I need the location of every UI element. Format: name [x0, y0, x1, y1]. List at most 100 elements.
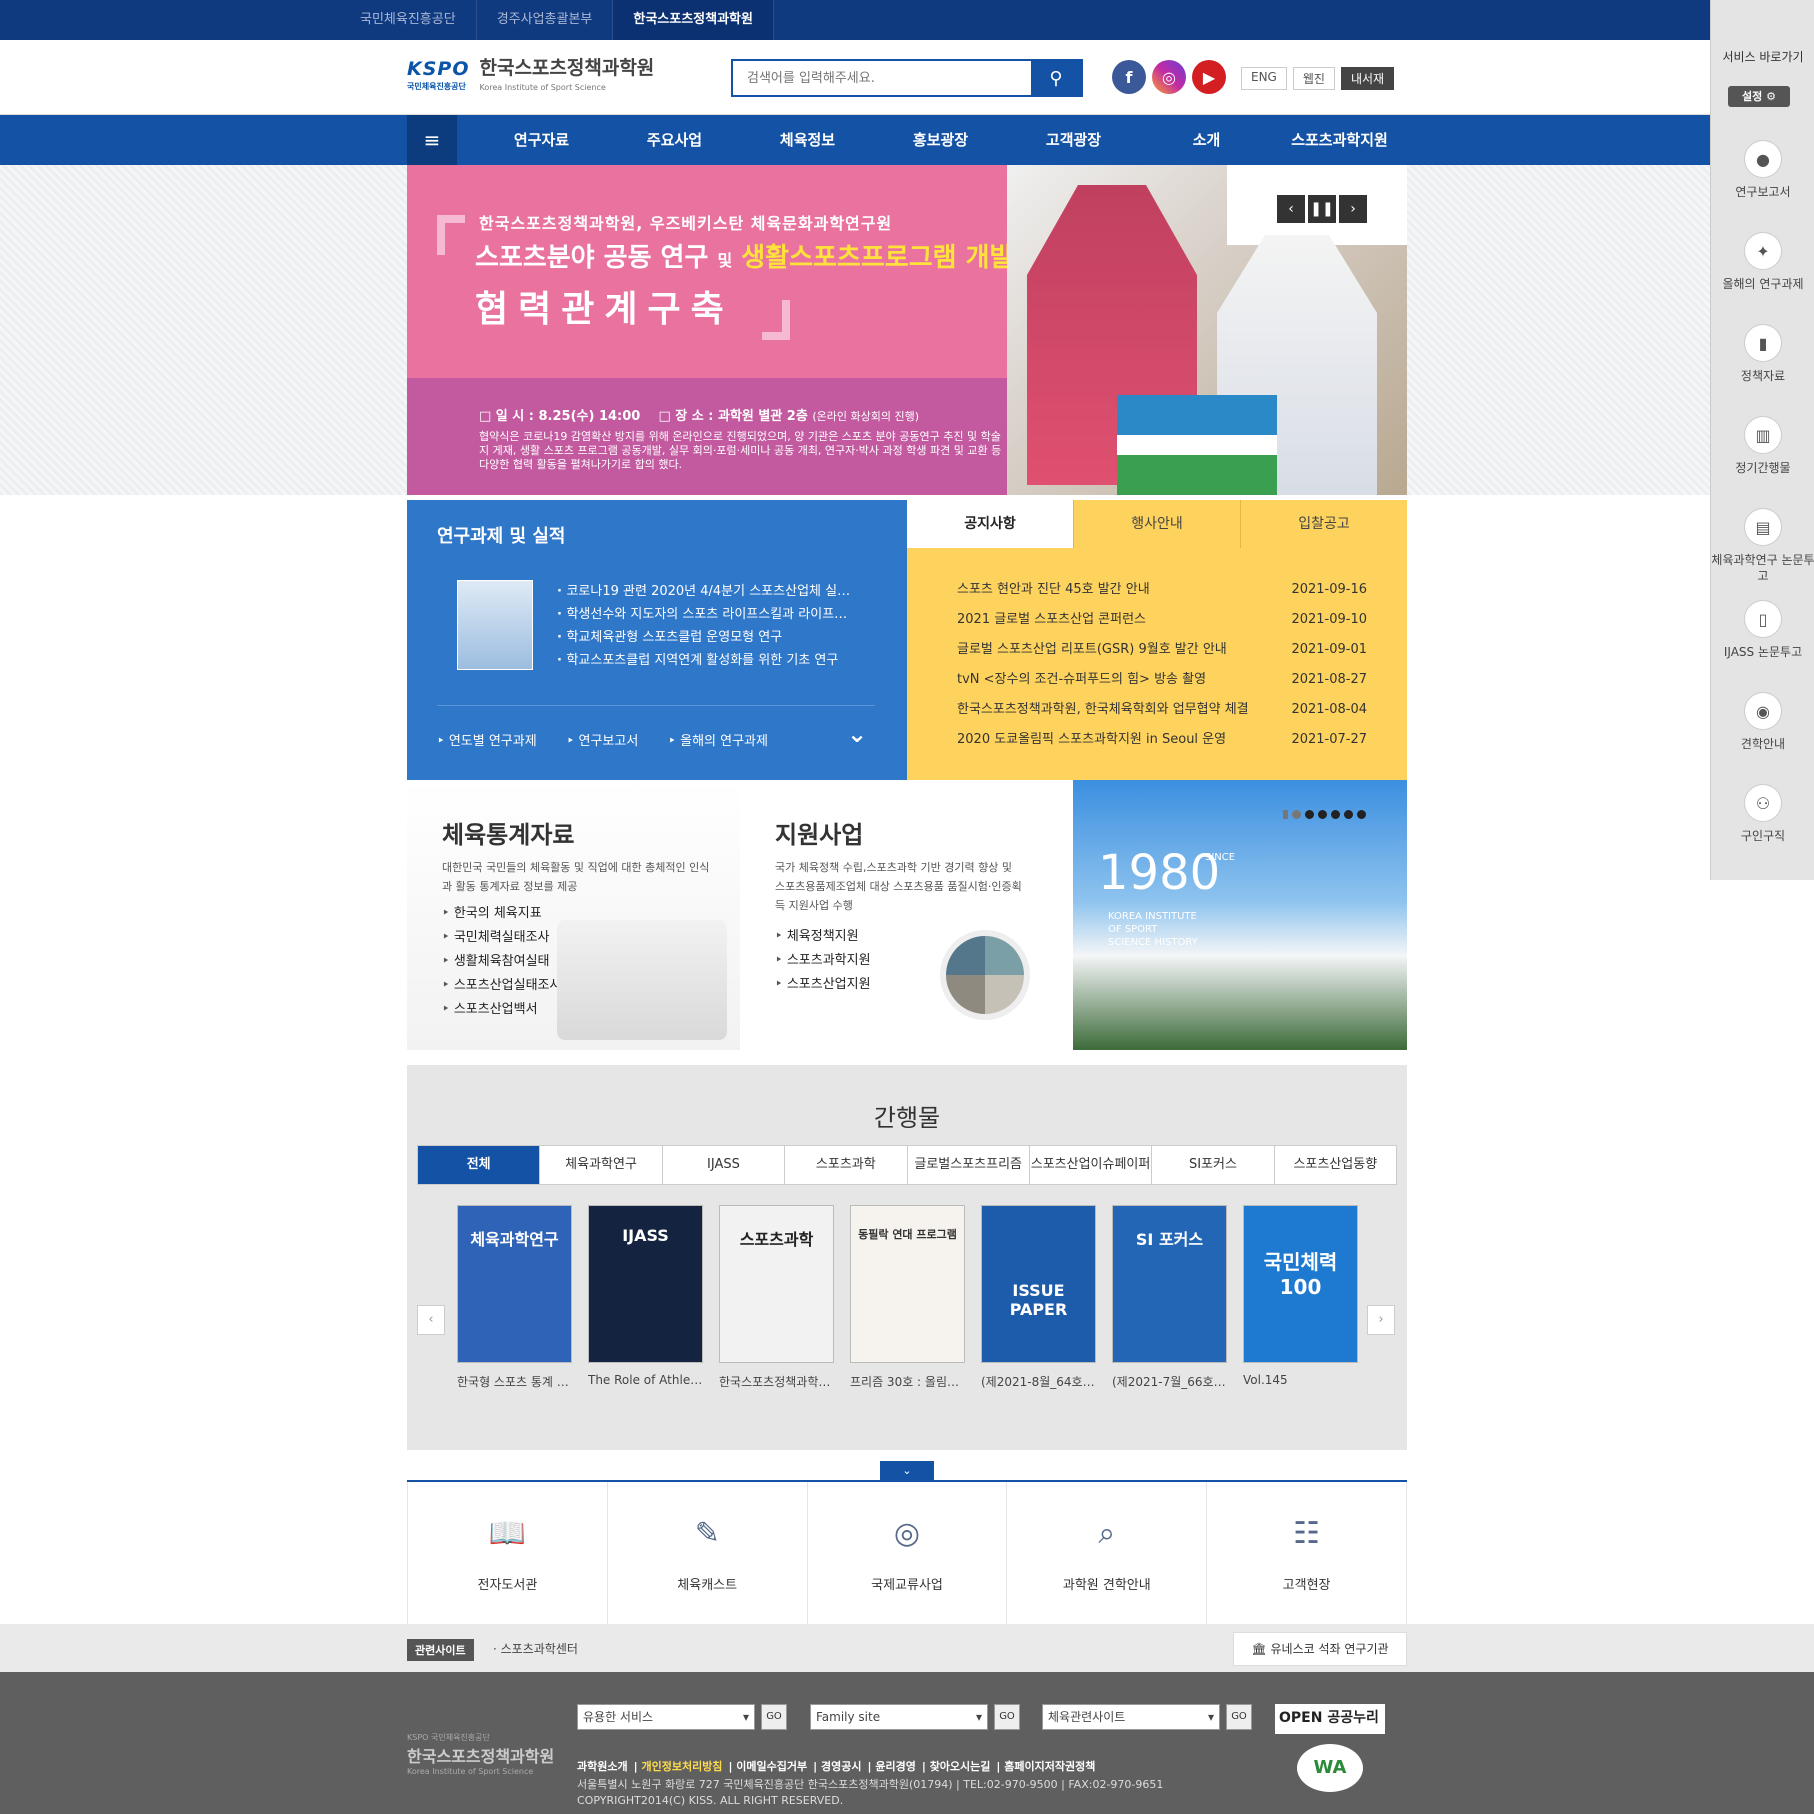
side-item-periodicals[interactable]: ▥ 정기간행물 [1711, 416, 1814, 508]
nav-item-about[interactable]: 소개 [1140, 115, 1273, 165]
family-site-select[interactable]: Family site [810, 1704, 988, 1730]
side-item-policy[interactable]: ▮ 정책자료 [1711, 324, 1814, 416]
search-button[interactable]: ⚲ [1031, 61, 1081, 95]
menu-icon[interactable]: ≡ [407, 115, 457, 165]
nav-item-sports-info[interactable]: 체육정보 [741, 115, 874, 165]
sports-sites-select[interactable]: 체육관련사이트 [1042, 1704, 1220, 1730]
quick-link-customer[interactable]: ☷ 고객현장 [1207, 1482, 1407, 1624]
slider-dot[interactable] [1292, 810, 1301, 819]
notice-item[interactable]: 2020 도쿄올림픽 스포츠과학지원 in Seoul 운영 2021-07-27 [957, 725, 1367, 755]
hero-banner[interactable]: 한국스포츠정책과학원, 우즈베키스탄 체육문화과학연구원 스포츠분야 공동 연구… [407, 165, 1407, 495]
related-site-link[interactable]: · 스포츠과학센터 [493, 1640, 578, 1657]
tab-issue-paper[interactable]: 스포츠산업이슈페이퍼 [1028, 1146, 1151, 1184]
notice-item[interactable]: 한국스포츠정책과학원, 한국체육학회와 업무협약 체결 2021-08-04 [957, 695, 1367, 725]
nav-item-sport-science-support[interactable]: 스포츠과학지원 [1273, 115, 1406, 165]
slider-dot[interactable] [1344, 810, 1353, 819]
prev-slide-icon[interactable]: ‹ [1277, 195, 1305, 223]
history-panel[interactable]: 1980 SINCE KOREA INSTITUTE OF SPORT SCIE… [1073, 780, 1407, 1050]
footer-link-directions[interactable]: 찾아오시는길 [930, 1760, 991, 1773]
instagram-icon[interactable]: ◎ [1152, 60, 1186, 94]
tab-global-prism[interactable]: 글로벌스포츠프리즘 [906, 1146, 1029, 1184]
research-item[interactable]: 코로나19 관련 2020년 4/4분기 스포츠산업체 실태조사 [557, 580, 857, 603]
statistics-item[interactable]: 생활체육참여실태 [442, 950, 561, 974]
tab-si-focus[interactable]: SI포커스 [1151, 1146, 1273, 1184]
webzine-link[interactable]: 웹진 [1292, 67, 1335, 90]
next-arrow-icon[interactable]: › [1367, 1305, 1395, 1335]
next-slide-icon[interactable]: › [1339, 195, 1367, 223]
publication-item[interactable]: 체육과학연구한국형 스포츠 통계 체계 구축 연구 [457, 1205, 572, 1390]
nav-item-research[interactable]: 연구자료 [475, 115, 608, 165]
nav-item-business[interactable]: 주요사업 [608, 115, 741, 165]
footer-link-ethics[interactable]: 윤리경영 [875, 1760, 915, 1773]
pause-icon[interactable]: ❚❚ [1308, 195, 1336, 223]
statistics-item[interactable]: 한국의 체육지표 [442, 902, 561, 926]
footer-link-about[interactable]: 과학원소개 [577, 1760, 628, 1773]
statistics-item[interactable]: 스포츠산업실태조사 [442, 974, 562, 998]
web-accessibility-badge[interactable]: WA [1297, 1744, 1363, 1792]
publication-item[interactable]: ISSUE PAPER (제2021-8월_64호) 스포츠산업 [981, 1205, 1096, 1390]
tab-notice[interactable]: 공지사항 [907, 500, 1073, 548]
publication-item[interactable]: 국민체력 100 Vol.145 [1243, 1205, 1358, 1390]
footer-link-copyright[interactable]: 홈페이지저작권정책 [1004, 1760, 1095, 1773]
slider-dot[interactable] [1331, 810, 1340, 819]
research-link-yearly[interactable]: 연도별 연구과제 [437, 730, 537, 749]
tab-ijass[interactable]: IJASS [661, 1146, 784, 1184]
footer-link-email-refusal[interactable]: 이메일수집거부 [736, 1760, 807, 1773]
quick-link-tour[interactable]: ⌕ 과학원 견학안내 [1007, 1482, 1208, 1624]
topbar-link-kspo[interactable]: 국민체육진흥공단 [340, 0, 477, 40]
go-button[interactable]: GO [1226, 1704, 1252, 1730]
tab-industry-trends[interactable]: 스포츠산업동향 [1273, 1146, 1396, 1184]
research-item[interactable]: 학교스포츠클럽 지역연계 활성화를 위한 기초 연구 [557, 649, 857, 672]
facebook-icon[interactable]: f [1112, 60, 1146, 94]
unesco-link[interactable]: 🏛 유네스코 석좌 연구기관 [1233, 1632, 1407, 1666]
notice-item[interactable]: 2021 글로벌 스포츠산업 콘퍼런스 2021-09-10 [957, 605, 1367, 635]
quick-link-sports-cast[interactable]: ✎ 체육캐스트 [608, 1482, 808, 1624]
open-license-badge[interactable]: OPEN 공공누리 [1275, 1704, 1385, 1734]
nav-item-customer[interactable]: 고객광장 [1007, 115, 1140, 165]
notice-item[interactable]: 스포츠 현안과 진단 45호 발간 안내 2021-09-16 [957, 575, 1367, 605]
tab-all[interactable]: 전체 [418, 1146, 540, 1184]
support-item[interactable]: 체육정책지원 [775, 925, 871, 949]
side-item-ijass-submit[interactable]: ▯ IJASS 논문투고 [1711, 600, 1814, 692]
support-item[interactable]: 스포츠산업지원 [775, 973, 871, 997]
research-link-reports[interactable]: 연구보고서 [567, 730, 638, 749]
side-item-tour[interactable]: ◉ 견학안내 [1711, 692, 1814, 784]
settings-button[interactable]: 설정 ⚙ [1728, 86, 1790, 107]
publication-item[interactable]: 동필락 연대 프로그램프리즘 30호 : 올림픽 연대 [850, 1205, 965, 1390]
slider-dot[interactable] [1305, 810, 1314, 819]
publication-item[interactable]: 스포츠과학한국스포츠정책과학원 소식 [719, 1205, 834, 1390]
useful-services-select[interactable]: 유용한 서비스 [577, 1704, 755, 1730]
search-input[interactable] [733, 61, 1031, 95]
statistics-title[interactable]: 체육통계자료 [442, 815, 574, 850]
side-item-research-projects[interactable]: ✦ 올해의 연구과제 [1711, 232, 1814, 324]
pause-icon[interactable] [1283, 810, 1288, 819]
side-item-reports[interactable]: ● 연구보고서 [1711, 140, 1814, 232]
side-item-journal-submit[interactable]: ▤ 체육과학연구 논문투고 [1711, 508, 1814, 600]
notice-item[interactable]: tvN <장수의 조건-슈퍼푸드의 힘> 방송 촬영 2021-08-27 [957, 665, 1367, 695]
nav-item-pr[interactable]: 홍보광장 [874, 115, 1007, 165]
go-button[interactable]: GO [761, 1704, 787, 1730]
slider-dot[interactable] [1357, 810, 1366, 819]
statistics-item[interactable]: 스포츠산업백서 [442, 998, 561, 1022]
publication-item[interactable]: SI 포커스 (제2021-7월_66호) SI포커스 [1112, 1205, 1227, 1390]
footer-link-privacy[interactable]: 개인정보처리방침 [641, 1760, 722, 1773]
support-title[interactable]: 지원사업 [775, 815, 863, 850]
tab-events[interactable]: 행사안내 [1073, 500, 1240, 548]
support-item[interactable]: 스포츠과학지원 [775, 949, 871, 973]
chevron-down-icon[interactable]: ⌄ [847, 720, 867, 748]
footer-link-disclosure[interactable]: 경영공시 [821, 1760, 861, 1773]
prev-arrow-icon[interactable]: ‹ [417, 1305, 445, 1335]
site-logo[interactable]: KSPO 국민체육진흥공단 한국스포츠정책과학원 Korea Institute o… [407, 58, 654, 98]
tab-sport-science[interactable]: 스포츠과학 [784, 1146, 906, 1184]
tab-journal[interactable]: 체육과학연구 [539, 1146, 661, 1184]
tab-bids[interactable]: 입찰공고 [1240, 500, 1407, 548]
publication-item[interactable]: IJASS The Role of Athletic Identity [588, 1205, 703, 1390]
topbar-link-racing[interactable]: 경주사업총괄본부 [477, 0, 614, 40]
youtube-icon[interactable]: ▶ [1192, 60, 1226, 94]
go-button[interactable]: GO [994, 1704, 1020, 1730]
research-item[interactable]: 학생선수와 지도자의 스포츠 라이프스킬과 라이프스타일 연구 [557, 603, 857, 626]
research-book-cover[interactable] [457, 580, 533, 670]
research-item[interactable]: 학교체육관형 스포츠클럽 운영모형 연구 [557, 626, 857, 649]
quick-link-intl-exchange[interactable]: ◎ 국제교류사업 [808, 1482, 1008, 1624]
notice-item[interactable]: 글로벌 스포츠산업 리포트(GSR) 9월호 발간 안내 2021-09-01 [957, 635, 1367, 665]
